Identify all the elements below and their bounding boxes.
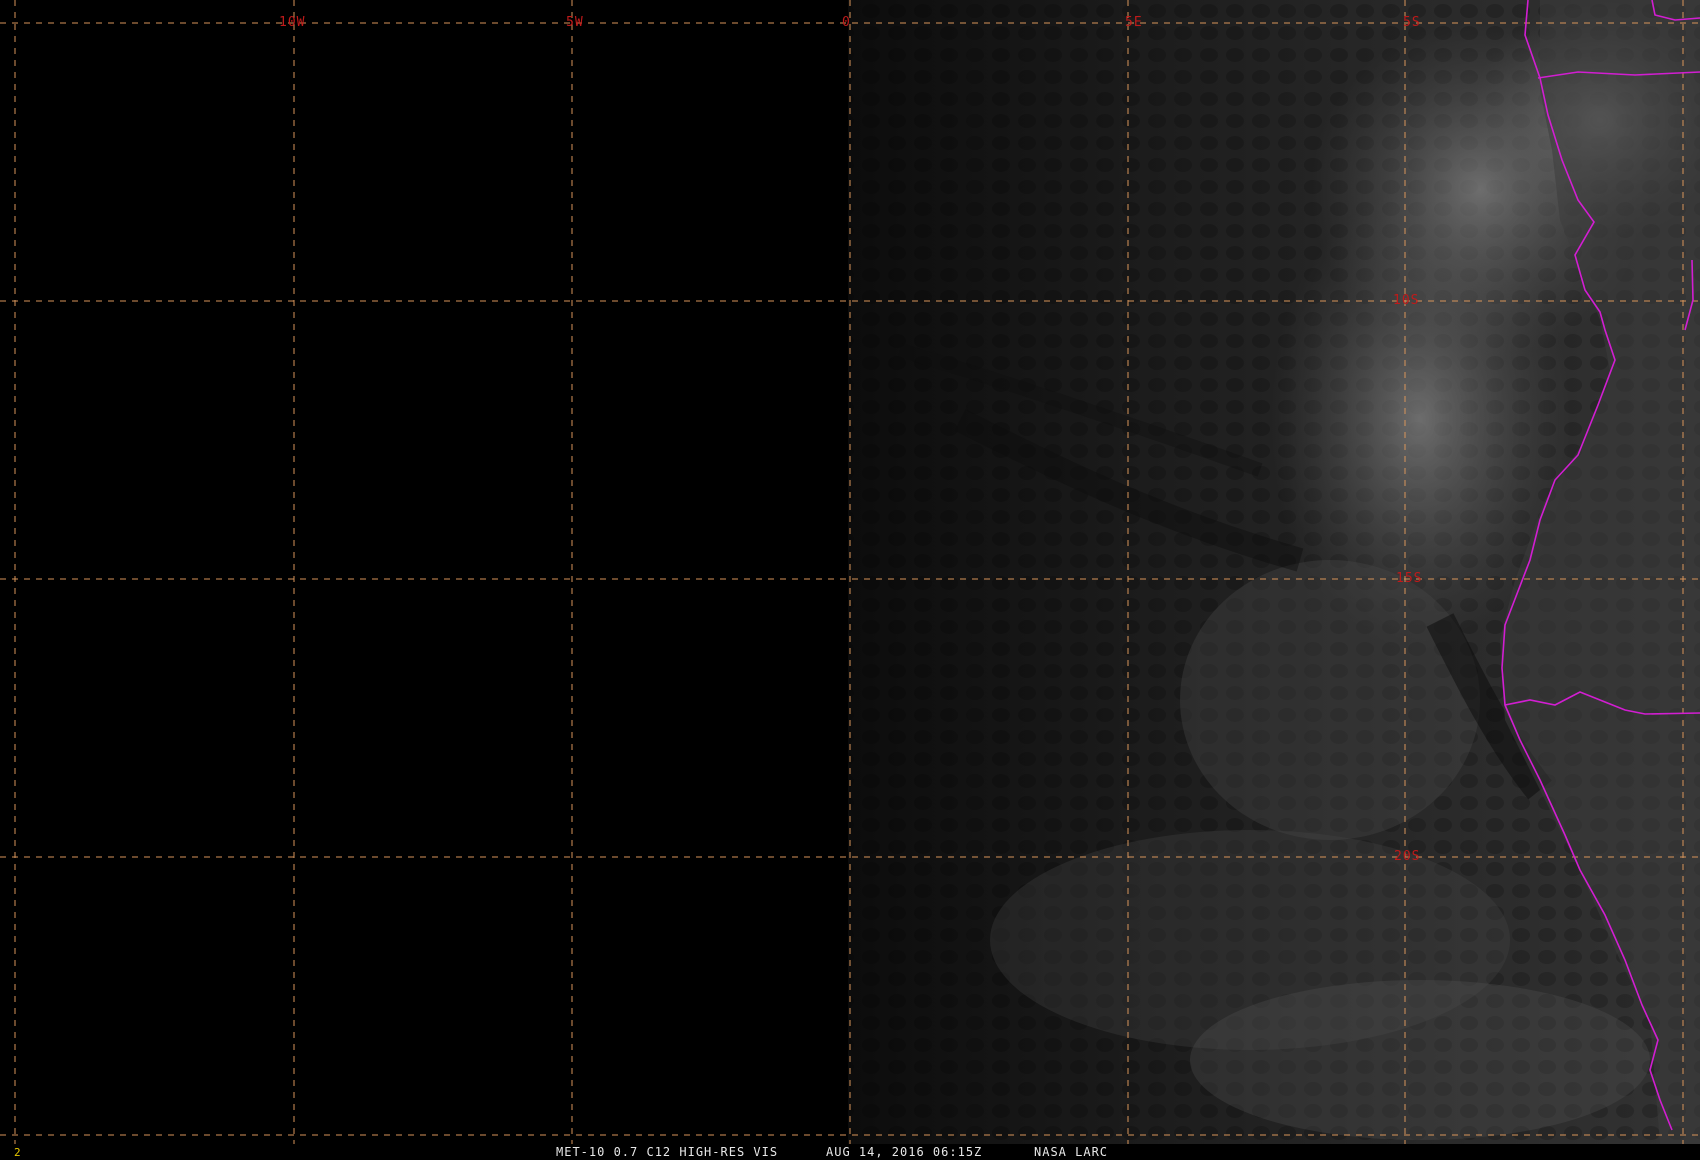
grid-label-lat-15s: 15S (1396, 571, 1423, 586)
source-caption: NASA LARC (1034, 1145, 1109, 1159)
grid-label-lat-20s: 20S (1394, 849, 1421, 864)
grid-label-lon-10w: 10W (279, 15, 306, 30)
frame-index: 2 (14, 1146, 21, 1159)
grid-label-lon-0: 0 (842, 15, 851, 30)
day-imagery (848, 0, 1700, 1144)
datetime-caption: AUG 14, 2016 06:15Z (826, 1145, 983, 1159)
grid-label-lat-10s: 10S (1393, 293, 1420, 308)
product-caption: MET-10 0.7 C12 HIGH-RES VIS (556, 1145, 779, 1159)
satellite-viewer: 10W 5W 0 5E 5S 10S 15S 20S 2 MET-10 0.7 … (0, 0, 1700, 1160)
grid-label-lon-5w: 5W (566, 15, 584, 30)
satellite-imagery (0, 0, 1700, 1144)
grid-label-lat-5s: 5S (1403, 15, 1421, 30)
grid-label-lon-5e: 5E (1125, 15, 1143, 30)
